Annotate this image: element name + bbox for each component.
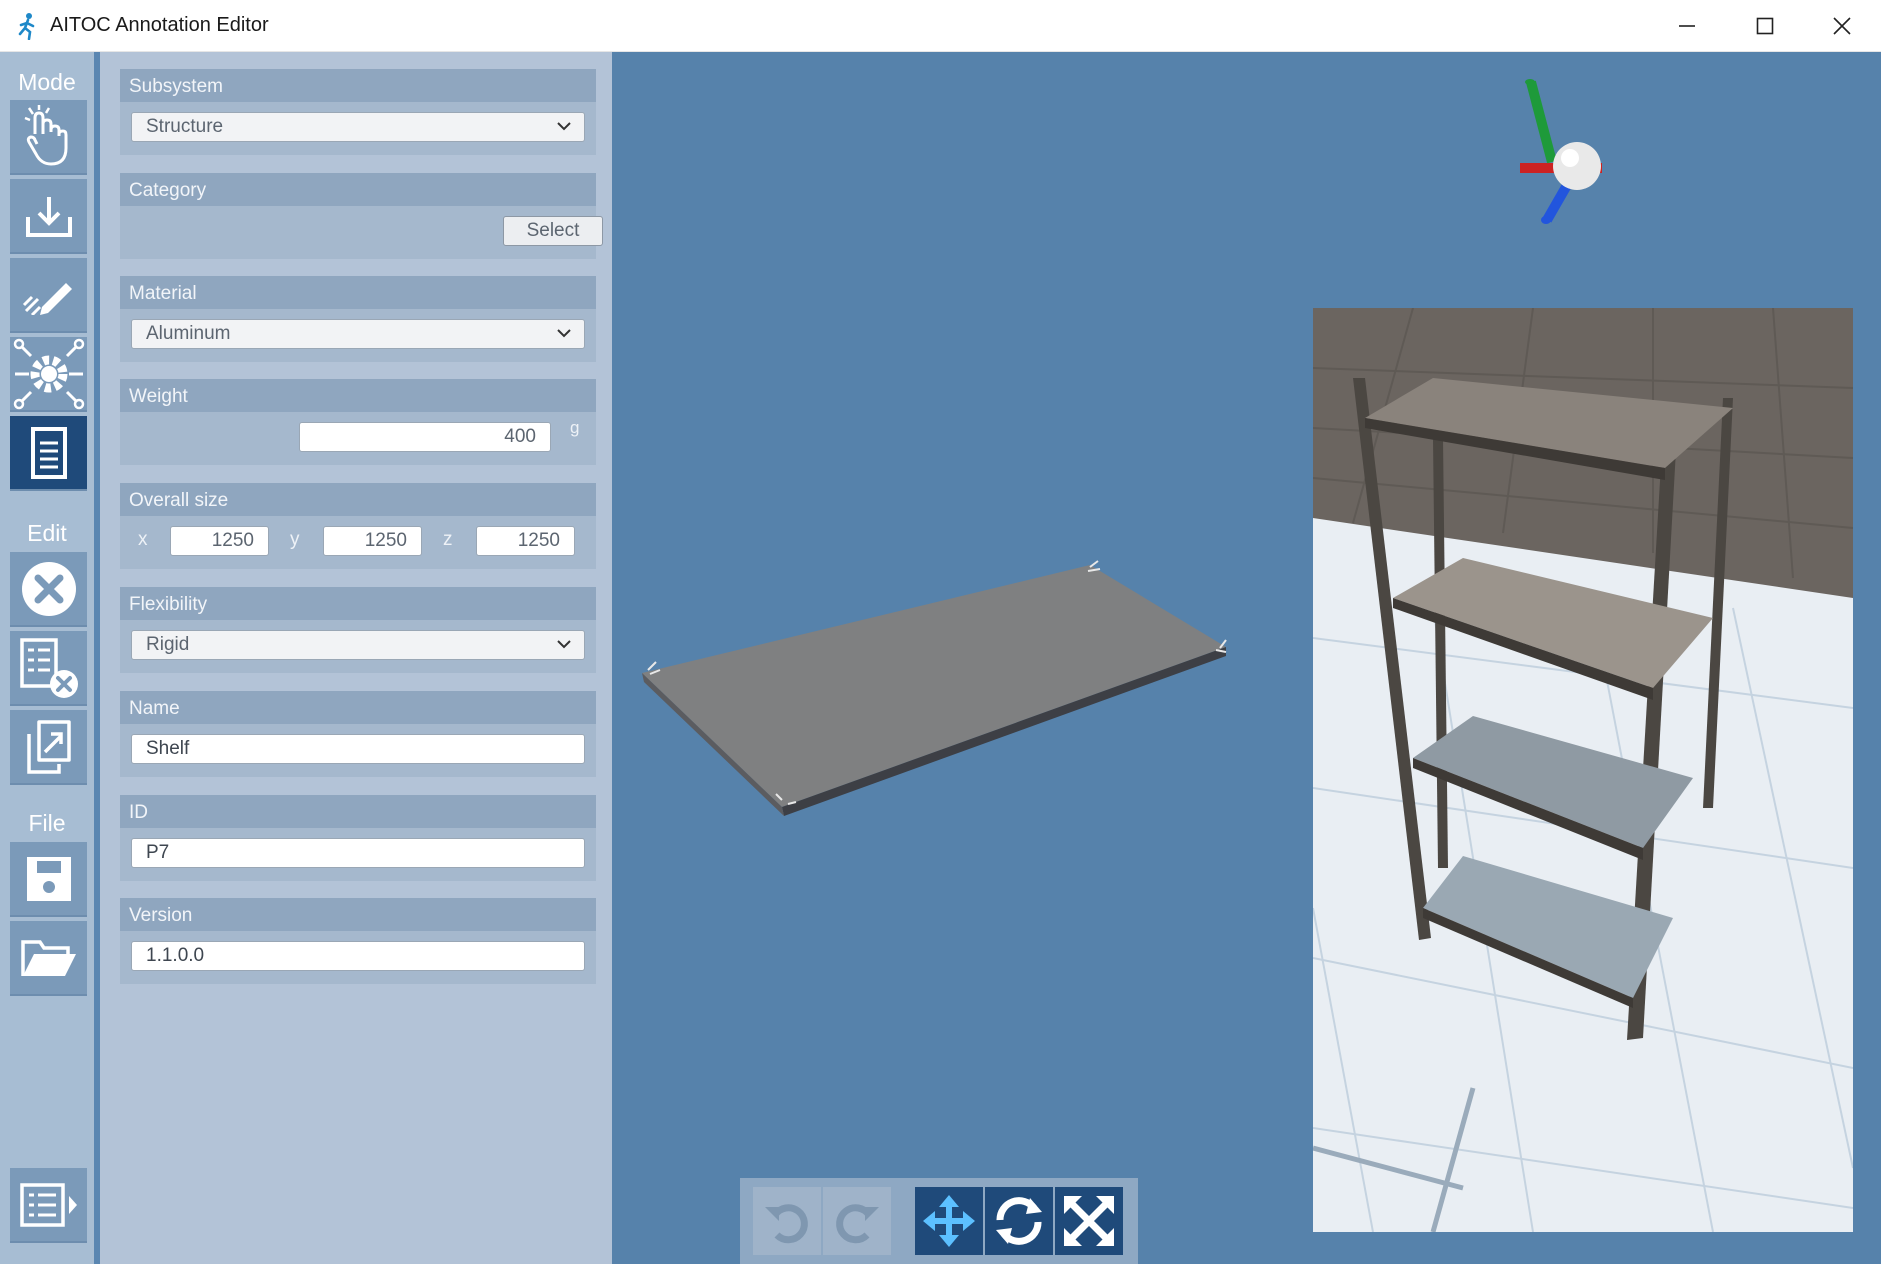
id-input[interactable]: P7	[131, 838, 585, 868]
material-label: Material	[120, 276, 596, 309]
name-input[interactable]: Shelf	[131, 734, 585, 764]
maximize-button[interactable]	[1726, 0, 1804, 52]
redo-icon	[836, 1204, 879, 1244]
size-z-input[interactable]: 1250	[476, 526, 575, 556]
material-dropdown[interactable]: Aluminum	[131, 319, 585, 349]
flexibility-dropdown[interactable]: Rigid	[131, 630, 585, 660]
document-properties-icon	[30, 426, 67, 479]
minimize-icon	[1679, 25, 1695, 27]
rotate-icon	[996, 1197, 1042, 1245]
size-z-label: z	[443, 529, 453, 550]
chevron-down-icon	[557, 122, 571, 131]
file-open-button[interactable]	[10, 921, 87, 996]
mode-configure-button[interactable]	[10, 337, 87, 412]
subsystem-label: Subsystem	[120, 69, 596, 102]
weight-input[interactable]: 400	[299, 422, 551, 452]
flexibility-label: Flexibility	[120, 587, 596, 620]
overall-size-group: Overall size x 1250 y 1250 z 1250	[120, 483, 596, 569]
subsystem-dropdown[interactable]: Structure	[131, 112, 585, 142]
file-save-button[interactable]	[10, 842, 87, 917]
id-group: ID P7	[120, 795, 596, 881]
undo-button[interactable]	[753, 1187, 821, 1255]
chevron-down-icon	[557, 640, 571, 649]
redo-button[interactable]	[823, 1187, 891, 1255]
copy-icon	[26, 719, 71, 774]
size-x-label: x	[138, 529, 148, 550]
preview-render	[1313, 308, 1853, 1232]
delete-list-icon	[19, 637, 78, 698]
viewport-3d[interactable]	[612, 52, 1881, 1264]
mode-properties-button[interactable]	[10, 416, 87, 491]
version-group: Version 1.1.0.0	[120, 898, 596, 984]
flexibility-value: Rigid	[146, 634, 190, 655]
size-y-label: y	[290, 529, 300, 550]
edit-delete-button[interactable]	[10, 552, 87, 627]
size-y-input[interactable]: 1250	[323, 526, 422, 556]
edit-delete-list-button[interactable]	[10, 631, 87, 706]
import-icon	[25, 196, 72, 237]
size-x-input[interactable]: 1250	[170, 526, 269, 556]
weight-unit: g	[570, 418, 580, 437]
subsystem-group: Subsystem Structure	[120, 69, 596, 155]
version-input[interactable]: 1.1.0.0	[131, 941, 585, 971]
mode-toolbar: Mode Edit File	[0, 52, 100, 1264]
rotate-tool-button[interactable]	[985, 1187, 1053, 1255]
annotate-pen-icon	[22, 282, 72, 315]
chevron-down-icon	[557, 329, 571, 338]
overall-size-label: Overall size	[120, 483, 596, 516]
title-bar: AITOC Annotation Editor	[0, 0, 1881, 52]
id-label: ID	[120, 795, 596, 828]
save-disk-icon	[26, 856, 71, 901]
delete-circle-icon	[21, 561, 76, 616]
window-title: AITOC Annotation Editor	[50, 14, 269, 36]
properties-panel: Subsystem Structure Category Select Mate…	[100, 52, 612, 1264]
close-icon	[1833, 17, 1851, 35]
scale-icon	[1064, 1196, 1114, 1246]
transform-toolbar	[740, 1178, 1138, 1264]
material-value: Aluminum	[146, 323, 231, 344]
version-label: Version	[120, 898, 596, 931]
orientation-gizmo[interactable]	[1519, 79, 1602, 224]
app-runner-icon	[18, 13, 35, 40]
preview-window	[1313, 308, 1853, 1232]
scale-tool-button[interactable]	[1055, 1187, 1123, 1255]
close-button[interactable]	[1803, 0, 1881, 52]
category-label: Category	[120, 173, 596, 206]
open-folder-icon	[20, 939, 76, 976]
weight-label: Weight	[120, 379, 596, 412]
move-tool-button[interactable]	[915, 1187, 983, 1255]
mode-section-label: Mode	[18, 69, 76, 95]
weight-group: Weight 400 g	[120, 379, 596, 465]
select-hand-icon	[24, 104, 67, 165]
name-group: Name Shelf	[120, 691, 596, 777]
file-section-label: File	[28, 810, 66, 836]
shelf-model[interactable]	[642, 560, 1227, 816]
subsystem-value: Structure	[146, 116, 224, 137]
name-label: Name	[120, 691, 596, 724]
gear-network-icon	[13, 338, 84, 409]
mode-select-button[interactable]	[10, 100, 87, 175]
mode-import-button[interactable]	[10, 179, 87, 254]
maximize-icon	[1756, 17, 1774, 35]
edit-section-label: Edit	[27, 520, 67, 546]
panel-toggle-icon	[19, 1182, 77, 1227]
edit-copy-button[interactable]	[10, 710, 87, 785]
move-icon	[923, 1195, 975, 1247]
category-select-button[interactable]: Select	[503, 216, 603, 246]
panel-toggle-button[interactable]	[10, 1168, 87, 1243]
minimize-button[interactable]	[1648, 0, 1726, 52]
mode-annotate-button[interactable]	[10, 258, 87, 333]
undo-icon	[765, 1204, 808, 1244]
category-group: Category Select	[120, 173, 603, 259]
flexibility-group: Flexibility Rigid	[120, 587, 596, 673]
material-group: Material Aluminum	[120, 276, 596, 362]
